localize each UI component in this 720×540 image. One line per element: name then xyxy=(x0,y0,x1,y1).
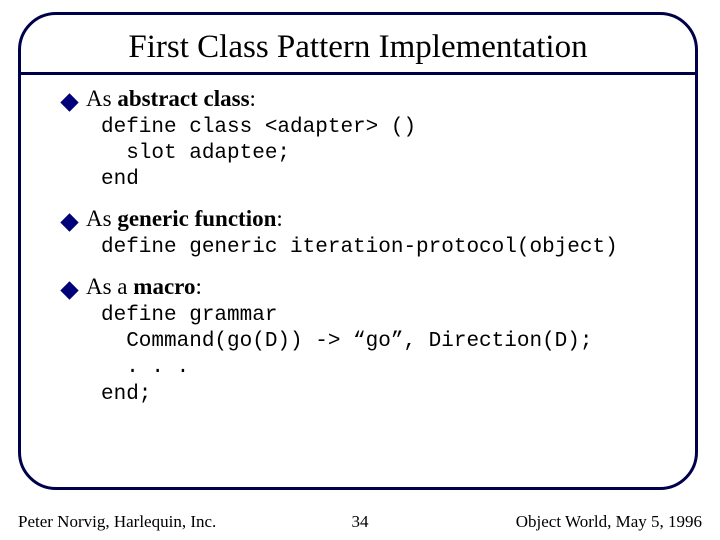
bullet-bold: generic function xyxy=(117,206,276,231)
bullet-row: As generic function: xyxy=(63,205,669,233)
bullet-item: As abstract class: define class <adapter… xyxy=(63,85,669,193)
bullet-item: As generic function: define generic iter… xyxy=(63,205,669,261)
slide-frame: First Class Pattern Implementation As ab… xyxy=(18,12,698,490)
bullet-tail: : xyxy=(195,274,201,299)
title-rule xyxy=(21,72,695,75)
diamond-bullet-icon xyxy=(60,214,78,232)
bullet-bold: abstract class xyxy=(117,86,249,111)
bullet-text: As abstract class: xyxy=(86,85,256,113)
footer-page-number: 34 xyxy=(0,512,720,532)
slide-title: First Class Pattern Implementation xyxy=(47,29,669,66)
diamond-bullet-icon xyxy=(60,93,78,111)
bullet-lead: As xyxy=(86,206,117,231)
bullet-row: As a macro: xyxy=(63,273,669,301)
bullet-tail: : xyxy=(250,86,256,111)
bullet-tail: : xyxy=(276,206,282,231)
bullet-lead: As xyxy=(86,86,117,111)
bullet-item: As a macro: define grammar Command(go(D)… xyxy=(63,273,669,408)
code-block: define grammar Command(go(D)) -> “go”, D… xyxy=(101,303,669,408)
diamond-bullet-icon xyxy=(60,281,78,299)
code-block: define generic iteration-protocol(object… xyxy=(101,235,669,261)
slide-footer: Peter Norvig, Harlequin, Inc. 34 Object … xyxy=(0,512,720,532)
bullet-text: As a macro: xyxy=(86,273,202,301)
bullet-lead: As a xyxy=(86,274,133,299)
bullet-bold: macro xyxy=(133,274,195,299)
code-block: define class <adapter> () slot adaptee; … xyxy=(101,115,669,194)
bullet-row: As abstract class: xyxy=(63,85,669,113)
bullet-text: As generic function: xyxy=(86,205,283,233)
